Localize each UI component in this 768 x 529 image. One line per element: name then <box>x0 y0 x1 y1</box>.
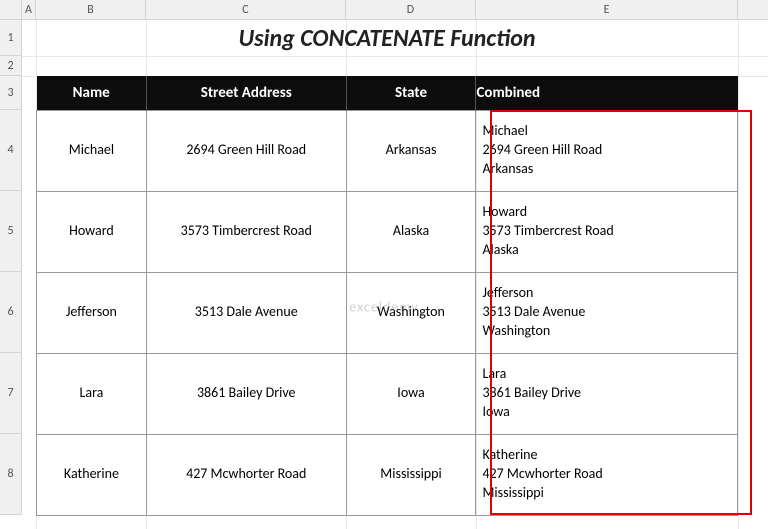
cell-state[interactable]: Mississippi <box>346 434 476 515</box>
row-header-8[interactable]: 8 <box>0 434 22 515</box>
page-title: Using CONCATENATE Function <box>36 20 738 56</box>
row-header-5[interactable]: 5 <box>0 191 22 272</box>
header-name[interactable]: Name <box>37 76 147 110</box>
cell-state[interactable]: Alaska <box>346 191 476 272</box>
combined-line: Mississippi <box>482 484 543 501</box>
col-header-B[interactable]: B <box>36 0 146 19</box>
row-header-6[interactable]: 6 <box>0 272 22 353</box>
combined-line: Michael <box>482 122 527 139</box>
cell-street[interactable]: 2694 Green Hill Road <box>146 110 346 191</box>
combined-line: 2694 Green Hill Road <box>482 141 602 158</box>
spacer-row <box>22 56 768 76</box>
cell-name[interactable]: Howard <box>37 191 147 272</box>
row-header-7[interactable]: 7 <box>0 353 22 434</box>
cell-name[interactable]: Katherine <box>37 434 147 515</box>
cell-state[interactable]: Washington <box>346 272 476 353</box>
table-row: Katherine 427 Mcwhorter Road Mississippi… <box>37 434 738 515</box>
worksheet-area[interactable]: Using CONCATENATE Function Name Street A… <box>22 20 768 516</box>
combined-line: 3513 Dale Avenue <box>482 303 585 320</box>
combined-line: Lara <box>482 365 506 382</box>
cell-street[interactable]: 3513 Dale Avenue <box>146 272 346 353</box>
combined-line: 3573 Timbercrest Road <box>482 222 613 239</box>
combined-line: Jefferson <box>482 284 533 301</box>
select-all-corner[interactable] <box>0 0 22 19</box>
cell-name[interactable]: Michael <box>37 110 147 191</box>
row-header-3[interactable]: 3 <box>0 76 22 110</box>
col-header-D[interactable]: D <box>346 0 476 19</box>
combined-line: Howard <box>482 203 527 220</box>
cell-name[interactable]: Jefferson <box>37 272 147 353</box>
row-headers: 1 2 3 4 5 6 7 8 <box>0 20 22 515</box>
table-row: Jefferson 3513 Dale Avenue Washington Je… <box>37 272 738 353</box>
header-combined[interactable]: Combined <box>476 76 738 110</box>
combined-line: Iowa <box>482 403 509 420</box>
combined-line: Washington <box>482 322 550 339</box>
table-row: Howard 3573 Timbercrest Road Alaska Howa… <box>37 191 738 272</box>
table-row: Lara 3861 Bailey Drive Iowa Lara 3861 Ba… <box>37 353 738 434</box>
combined-line: Katherine <box>482 446 537 463</box>
header-street[interactable]: Street Address <box>146 76 346 110</box>
col-header-E[interactable]: E <box>476 0 738 19</box>
cell-combined[interactable]: Lara 3861 Bailey Drive Iowa <box>476 353 738 434</box>
combined-line: Arkansas <box>482 160 533 177</box>
combined-line: Alaska <box>482 241 518 258</box>
table-row: Michael 2694 Green Hill Road Arkansas Mi… <box>37 110 738 191</box>
header-state[interactable]: State <box>346 76 476 110</box>
col-header-A[interactable]: A <box>22 0 36 19</box>
combined-line: 3861 Bailey Drive <box>482 384 581 401</box>
col-header-C[interactable]: C <box>146 0 346 19</box>
combined-line: 427 Mcwhorter Road <box>482 465 602 482</box>
cell-name[interactable]: Lara <box>37 353 147 434</box>
data-table: Name Street Address State Combined Micha… <box>36 76 738 516</box>
cell-street[interactable]: 3573 Timbercrest Road <box>146 191 346 272</box>
column-headers: A B C D E <box>0 0 768 20</box>
cell-combined[interactable]: Jefferson 3513 Dale Avenue Washington <box>476 272 738 353</box>
cell-street[interactable]: 3861 Bailey Drive <box>146 353 346 434</box>
header-row: Name Street Address State Combined <box>37 76 738 110</box>
cell-combined[interactable]: Katherine 427 Mcwhorter Road Mississippi <box>476 434 738 515</box>
cell-state[interactable]: Iowa <box>346 353 476 434</box>
cell-combined[interactable]: Howard 3573 Timbercrest Road Alaska <box>476 191 738 272</box>
cell-combined[interactable]: Michael 2694 Green Hill Road Arkansas <box>476 110 738 191</box>
row-header-2[interactable]: 2 <box>0 56 22 76</box>
cell-street[interactable]: 427 Mcwhorter Road <box>146 434 346 515</box>
row-header-1[interactable]: 1 <box>0 20 22 56</box>
row-header-4[interactable]: 4 <box>0 110 22 191</box>
cell-state[interactable]: Arkansas <box>346 110 476 191</box>
